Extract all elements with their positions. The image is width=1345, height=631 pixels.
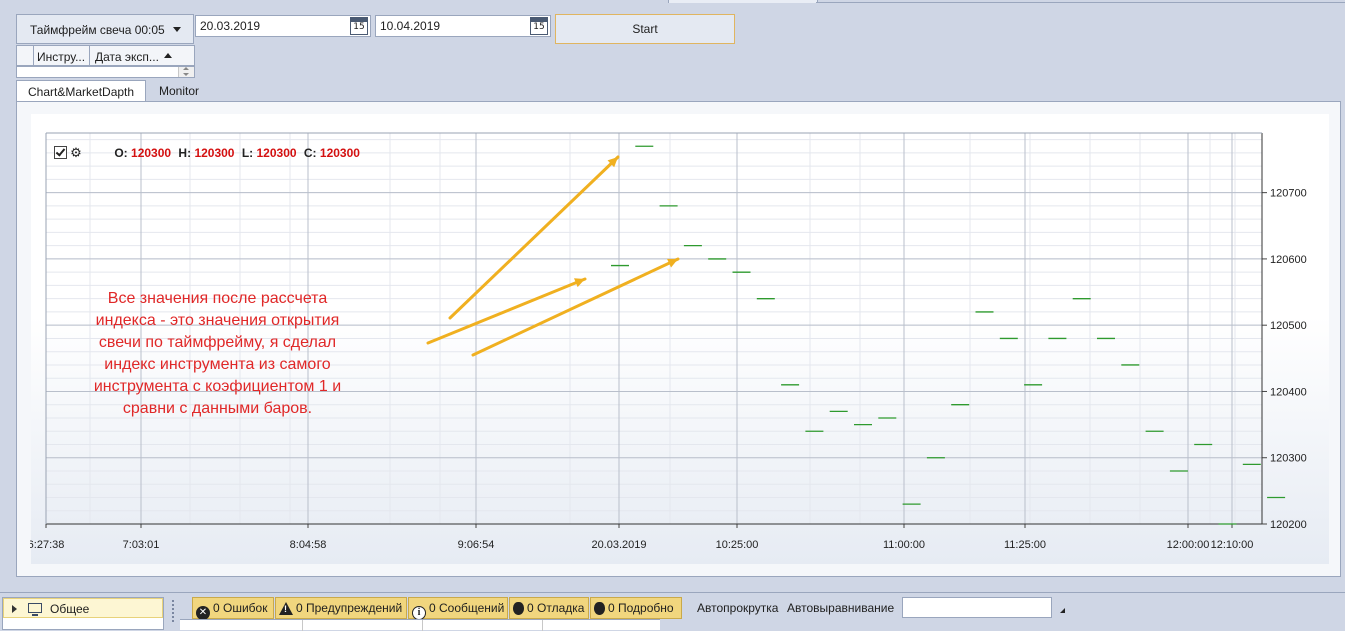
debug-filter-button[interactable]: 0 Отладка (509, 597, 589, 619)
grip-handle[interactable] (170, 598, 178, 628)
x-tick-label: 11:25:00 (1004, 539, 1046, 551)
ohlc-high-label: H: (178, 146, 192, 160)
info-icon: i (412, 606, 426, 620)
bug-icon (513, 602, 524, 615)
column-header-instrument[interactable]: Инстру... (34, 46, 90, 65)
annotation-arrow (426, 277, 587, 345)
calendar-icon[interactable]: 15 (530, 17, 548, 35)
y-tick-label: 120300 (1270, 453, 1307, 465)
errors-filter-button[interactable]: ✕ 0 Ошибок (192, 597, 274, 620)
resize-grip-icon[interactable] (1060, 608, 1065, 613)
y-tick-label: 120500 (1270, 320, 1307, 332)
ohlc-legend: ⚙ O: 120300 H: 120300 L: 120300 C: 12030… (54, 145, 360, 161)
grid-row-header[interactable] (17, 46, 34, 65)
ohlc-low-value: 120300 (256, 146, 297, 160)
gear-icon[interactable]: ⚙ (69, 145, 83, 161)
timeframe-combobox[interactable]: Таймфрейм свеча 00:05 (16, 14, 194, 44)
x-tick-label: 9:06:54 (458, 539, 495, 551)
monitor-icon (28, 603, 42, 616)
error-icon: ✕ (196, 606, 210, 620)
date-from-picker[interactable]: 20.03.2019 15 (195, 15, 371, 37)
y-axis-labels: 120200 120300 120400 120500 120600 120700 (1270, 188, 1307, 531)
timeframe-value: Таймфрейм свеча 00:05 (30, 23, 165, 37)
log-search-input[interactable] (902, 597, 1052, 618)
warning-icon (279, 602, 293, 615)
log-source-tree: Общее (2, 597, 164, 630)
x-tick-label: 7:03:01 (123, 539, 160, 551)
x-tick-label: 10:25:00 (716, 539, 759, 551)
x-tick-label: 20.03.2019 (591, 539, 646, 551)
date-from-value: 20.03.2019 (200, 19, 261, 33)
y-tick-label: 120700 (1270, 188, 1307, 200)
tab-monitor[interactable]: Monitor (148, 80, 210, 101)
ohlc-open-value: 120300 (131, 146, 172, 160)
x-tick-label: 6:27:38 (30, 539, 64, 551)
autoalign-toggle[interactable]: Автовыравнивание (787, 601, 894, 615)
tab-chart-marketdepth[interactable]: Chart&MarketDapth (16, 80, 147, 102)
expand-arrow-icon[interactable] (12, 605, 17, 613)
top-tab-hint (668, 0, 818, 3)
bug-icon (594, 602, 605, 615)
y-tick-label: 120600 (1270, 254, 1307, 266)
warnings-filter-button[interactable]: 0 Предупреждений (275, 597, 407, 619)
log-grid-header (180, 619, 660, 631)
x-tick-label: 11:00:00 (883, 539, 925, 551)
date-to-picker[interactable]: 10.04.2019 15 (375, 15, 551, 37)
grid-scrollbar[interactable] (178, 67, 194, 77)
verbose-filter-button[interactable]: 0 Подробно (590, 597, 682, 619)
ohlc-high-value: 120300 (194, 146, 235, 160)
x-tick-label: 8:04:58 (290, 539, 327, 551)
ohlc-close-label: C: (303, 146, 317, 160)
annotation-arrow (448, 155, 620, 320)
date-to-value: 10.04.2019 (380, 19, 441, 33)
price-bars (611, 145, 1286, 525)
start-button[interactable]: Start (555, 14, 735, 44)
ohlc-open-label: O: (114, 146, 128, 160)
ohlc-low-label: L: (241, 146, 254, 160)
autoscroll-toggle[interactable]: Автопрокрутка (697, 601, 778, 615)
tree-item-general[interactable]: Общее (3, 598, 163, 618)
column-header-expiry[interactable]: Дата эксп... (91, 46, 195, 65)
y-tick-label: 120200 (1270, 519, 1307, 531)
y-tick-label: 120400 (1270, 386, 1307, 398)
instrument-grid-body (16, 66, 195, 78)
instrument-grid-header: Инстру... Дата эксп... (16, 45, 195, 66)
checkbox-icon[interactable] (54, 146, 67, 159)
x-tick-label: 12:10:00 (1211, 539, 1254, 551)
sort-ascending-icon (164, 53, 172, 58)
calendar-icon[interactable]: 15 (350, 17, 368, 35)
ohlc-close-value: 120300 (319, 146, 360, 160)
chevron-down-icon[interactable] (173, 27, 181, 32)
x-axis-labels: 6:27:38 7:03:01 8:04:58 9:06:54 20.03.2019 10… (30, 539, 1253, 551)
annotation-text: Все значения после рассчета индекса - эт… (93, 290, 342, 417)
top-window-strip (0, 0, 1345, 4)
annotation-arrow (471, 257, 680, 357)
messages-filter-button[interactable]: i0 Сообщений (408, 597, 508, 620)
x-tick-label: 12:00:00 (1167, 539, 1210, 551)
